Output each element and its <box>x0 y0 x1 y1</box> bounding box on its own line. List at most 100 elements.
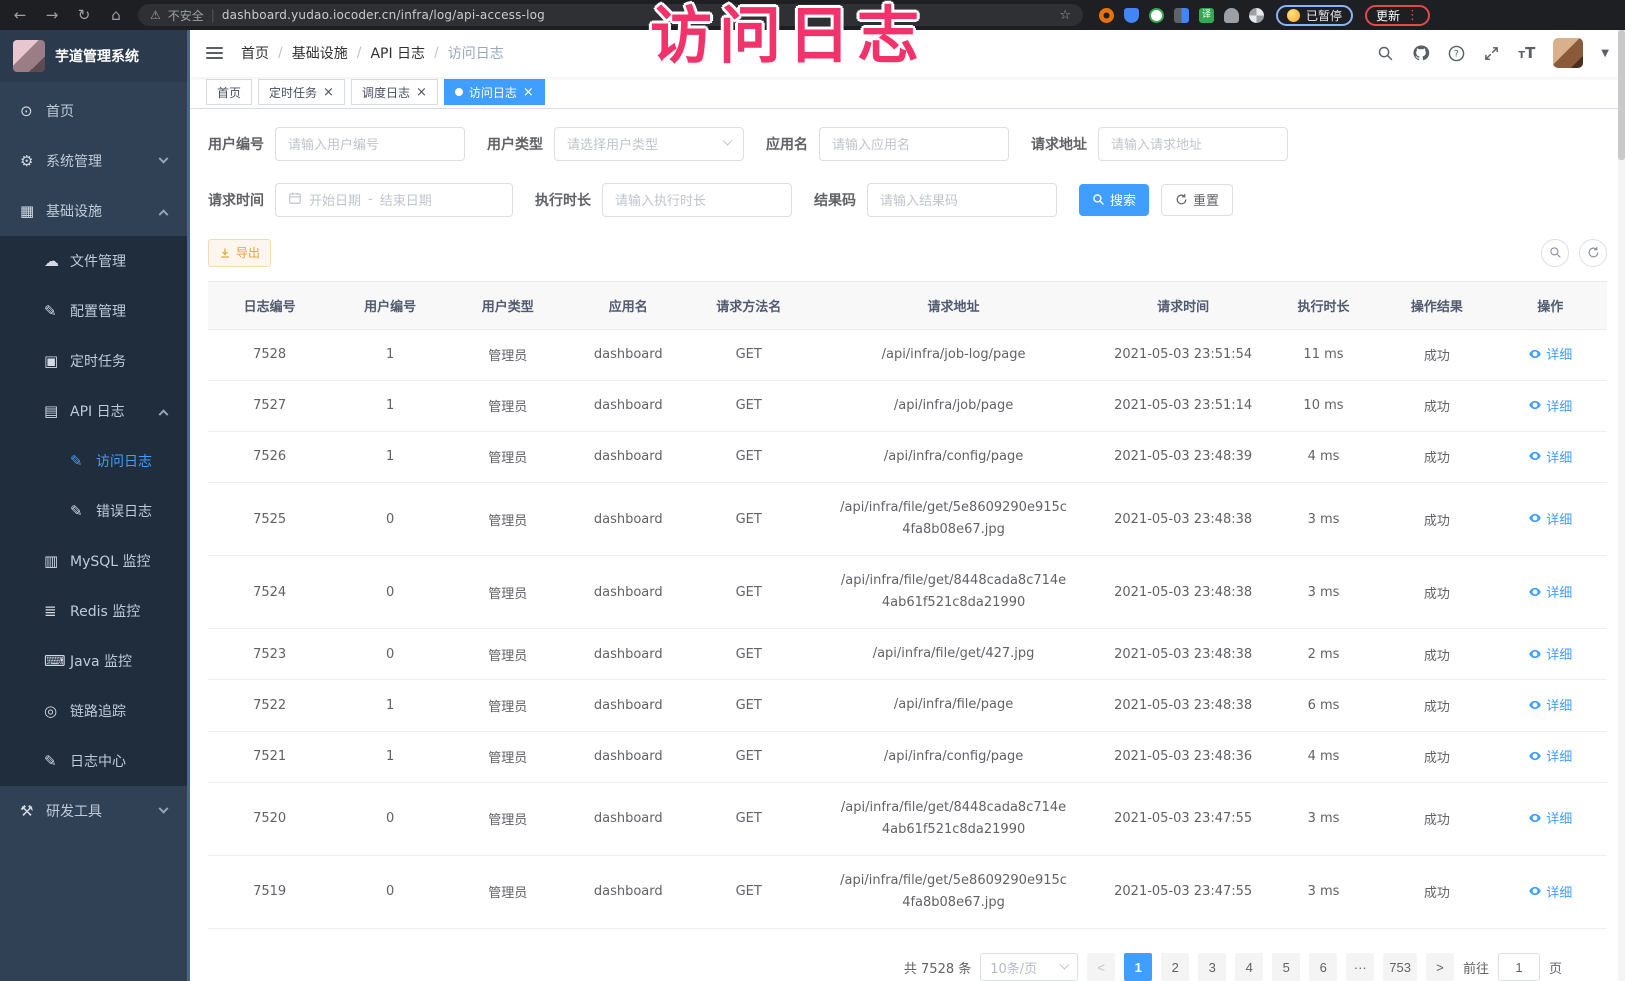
home-icon[interactable]: ⌂ <box>106 6 126 24</box>
sidebar-item[interactable]: ≣ Redis 监控 <box>0 586 187 636</box>
paused-pill[interactable]: 已暂停 <box>1276 5 1353 26</box>
toggle-search-button[interactable] <box>1541 239 1569 267</box>
sidebar-item[interactable]: ⚙ 系统管理 <box>0 136 187 186</box>
page-button[interactable]: 1 <box>1124 953 1152 981</box>
profile-extension-icon[interactable] <box>1224 8 1239 23</box>
close-icon[interactable]: × <box>323 86 334 99</box>
page-button[interactable]: 3 <box>1198 953 1226 981</box>
page-button[interactable]: 6 <box>1309 953 1337 981</box>
translate-extension-icon[interactable]: 译 <box>1199 8 1214 23</box>
breadcrumb-api-log[interactable]: API 日志 <box>370 43 425 63</box>
detail-link[interactable]: 详细 <box>1528 509 1572 528</box>
detail-link[interactable]: 详细 <box>1528 447 1572 466</box>
grid-extension-icon[interactable] <box>1174 8 1189 23</box>
orange-extension-icon[interactable] <box>1099 8 1114 23</box>
cell-user_type: 管理员 <box>449 380 567 431</box>
detail-link[interactable]: 详细 <box>1528 582 1572 601</box>
sidebar-item[interactable]: ✎ 配置管理 <box>0 286 187 336</box>
pinwheel-extension-icon[interactable] <box>1249 8 1264 23</box>
close-icon[interactable]: × <box>523 86 534 99</box>
bookmark-star-icon[interactable]: ☆ <box>1059 8 1071 23</box>
app-name-input[interactable]: 请输入应用名 <box>819 127 1009 161</box>
shield-extension-icon[interactable] <box>1124 8 1139 23</box>
more-pages-button[interactable]: ··· <box>1346 953 1374 981</box>
sidebar-item[interactable]: ▤ API 日志 <box>0 386 187 436</box>
chevron-down-icon[interactable]: ▼ <box>1601 48 1609 59</box>
logo-row[interactable]: 芋道管理系统 <box>0 30 187 82</box>
detail-link[interactable]: 详细 <box>1528 644 1572 663</box>
user-type-select[interactable]: 请选择用户类型 <box>554 127 744 161</box>
cell-method: GET <box>690 680 808 731</box>
forward-icon[interactable]: → <box>42 6 62 24</box>
page-scrollbar[interactable] <box>1618 30 1625 981</box>
breadcrumb-infra[interactable]: 基础设施 <box>292 43 348 63</box>
request-url-input[interactable]: 请输入请求地址 <box>1098 127 1288 161</box>
cell-duration: 10 ms <box>1267 380 1380 431</box>
table-row: 75200管理员dashboardGET/api/infra/file/get/… <box>208 782 1607 855</box>
table-header-row: 日志编号用户编号用户类型应用名请求方法名请求地址请求时间执行时长操作结果操作 <box>208 281 1607 329</box>
reset-button[interactable]: 重置 <box>1161 184 1233 216</box>
page-size-select[interactable]: 10条/页 <box>980 953 1078 981</box>
update-pill[interactable]: 更新 ⋮ <box>1365 5 1430 26</box>
next-page-button[interactable]: > <box>1426 953 1454 981</box>
cell-url: /api/infra/file/get/8448cada8c714e4ab61f… <box>808 782 1100 855</box>
detail-link[interactable]: 详细 <box>1528 695 1572 714</box>
sidebar-item[interactable]: ▣ 定时任务 <box>0 336 187 386</box>
sidebar-item[interactable]: ✎ 访问日志 <box>0 436 187 486</box>
tag-view-tab[interactable]: 首页 × <box>206 79 252 105</box>
cell-url: /api/infra/file/get/5e8609290e915c4fa8b0… <box>808 855 1100 928</box>
sidebar-item[interactable]: ✎ 错误日志 <box>0 486 187 536</box>
detail-link[interactable]: 详细 <box>1528 808 1572 827</box>
page-button[interactable]: 4 <box>1235 953 1263 981</box>
sidebar-item[interactable]: ⚒ 研发工具 <box>0 786 187 836</box>
cell-url: /api/infra/config/page <box>808 431 1100 482</box>
detail-link[interactable]: 详细 <box>1528 746 1572 765</box>
back-icon[interactable]: ← <box>10 6 30 24</box>
github-icon[interactable] <box>1412 44 1430 62</box>
font-size-icon[interactable]: TT <box>1518 44 1535 62</box>
avatar[interactable] <box>1553 38 1583 68</box>
cell-action: 详细 <box>1494 482 1607 555</box>
screen: ← → ↻ ⌂ ⚠ 不安全 | dashboard.yudao.iocoder.… <box>0 0 1625 981</box>
result-code-input[interactable]: 请输入结果码 <box>867 183 1057 217</box>
detail-link[interactable]: 详细 <box>1528 344 1572 363</box>
sidebar-item[interactable]: ⌨ Java 监控 <box>0 636 187 686</box>
sidebar-item[interactable]: ▦ 基础设施 <box>0 186 187 236</box>
green-extension-icon[interactable] <box>1149 8 1164 23</box>
help-icon[interactable]: ? <box>1448 45 1465 62</box>
user-id-input[interactable]: 请输入用户编号 <box>275 127 465 161</box>
cell-user_type: 管理员 <box>449 782 567 855</box>
sidebar-item[interactable]: ⊙ 首页 <box>0 86 187 136</box>
date-range-picker[interactable]: 开始日期 - 结束日期 <box>275 183 513 217</box>
refresh-button[interactable] <box>1579 239 1607 267</box>
sidebar-item[interactable]: ✎ 日志中心 <box>0 736 187 786</box>
detail-link[interactable]: 详细 <box>1528 396 1572 415</box>
cell-url: /api/infra/file/page <box>808 680 1100 731</box>
export-button[interactable]: 导出 <box>208 239 271 267</box>
page-button[interactable]: 5 <box>1272 953 1300 981</box>
page-button[interactable]: 753 <box>1383 953 1417 981</box>
tag-view-tab[interactable]: 调度日志 × <box>351 79 438 105</box>
close-icon[interactable]: × <box>416 86 427 99</box>
fullscreen-icon[interactable] <box>1483 45 1500 62</box>
sidebar-item[interactable]: ▥ MySQL 监控 <box>0 536 187 586</box>
hamburger-icon[interactable] <box>206 47 223 59</box>
cell-time: 2021-05-03 23:48:38 <box>1100 629 1267 680</box>
prev-page-button[interactable]: < <box>1087 953 1115 981</box>
tag-view-tab[interactable]: 访问日志 × <box>444 79 545 105</box>
page-button[interactable]: 2 <box>1161 953 1189 981</box>
breadcrumb-home[interactable]: 首页 <box>241 43 269 63</box>
duration-input[interactable]: 请输入执行时长 <box>602 183 792 217</box>
address-bar[interactable]: ⚠ 不安全 | dashboard.yudao.iocoder.cn/infra… <box>138 4 1083 26</box>
search-icon[interactable] <box>1377 45 1394 62</box>
sidebar-item[interactable]: ☁ 文件管理 <box>0 236 187 286</box>
search-button[interactable]: 搜索 <box>1079 184 1149 216</box>
tag-view-tab[interactable]: 定时任务 × <box>258 79 345 105</box>
sidebar-item[interactable]: ◎ 链路追踪 <box>0 686 187 736</box>
scrollbar-thumb[interactable] <box>1618 30 1625 160</box>
cell-app: dashboard <box>567 329 690 380</box>
kebab-menu-icon[interactable]: ⋮ <box>1406 8 1419 23</box>
goto-page-input[interactable] <box>1498 953 1540 981</box>
detail-link[interactable]: 详细 <box>1528 882 1572 901</box>
reload-icon[interactable]: ↻ <box>74 6 94 24</box>
